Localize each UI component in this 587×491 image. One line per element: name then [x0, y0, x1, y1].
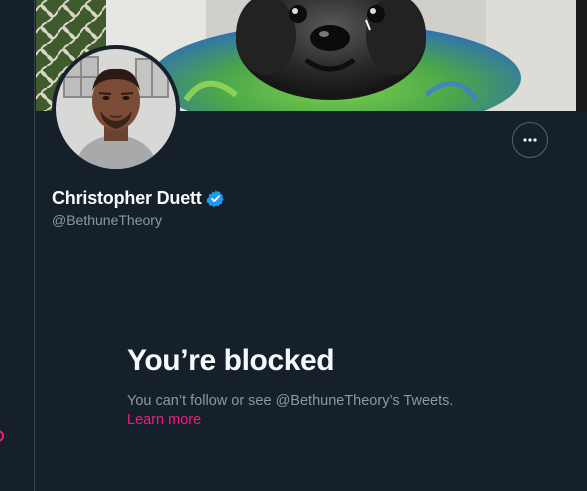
blocked-description: You can’t follow or see @BethuneTheory’s… [127, 393, 454, 409]
profile-page: Christopher Duett @BethuneTheory You’re … [0, 0, 587, 491]
profile-handle: @BethuneTheory [52, 212, 162, 228]
avatar-photo [56, 49, 176, 169]
learn-more-link[interactable]: Learn more [127, 412, 201, 428]
display-name: Christopher Duett [52, 188, 202, 208]
profile-name-row: Christopher Duett [52, 188, 225, 209]
blocked-title: You’re blocked [127, 344, 335, 377]
blocked-message: You can’t follow or see @BethuneTheory’s… [127, 392, 567, 430]
verified-badge-icon[interactable] [206, 189, 225, 208]
more-options-button[interactable] [512, 122, 548, 158]
more-horizontal-icon [523, 138, 537, 142]
left-nav-rail [0, 0, 35, 491]
avatar[interactable] [56, 49, 176, 169]
nav-indicator-dot[interactable] [0, 430, 4, 442]
